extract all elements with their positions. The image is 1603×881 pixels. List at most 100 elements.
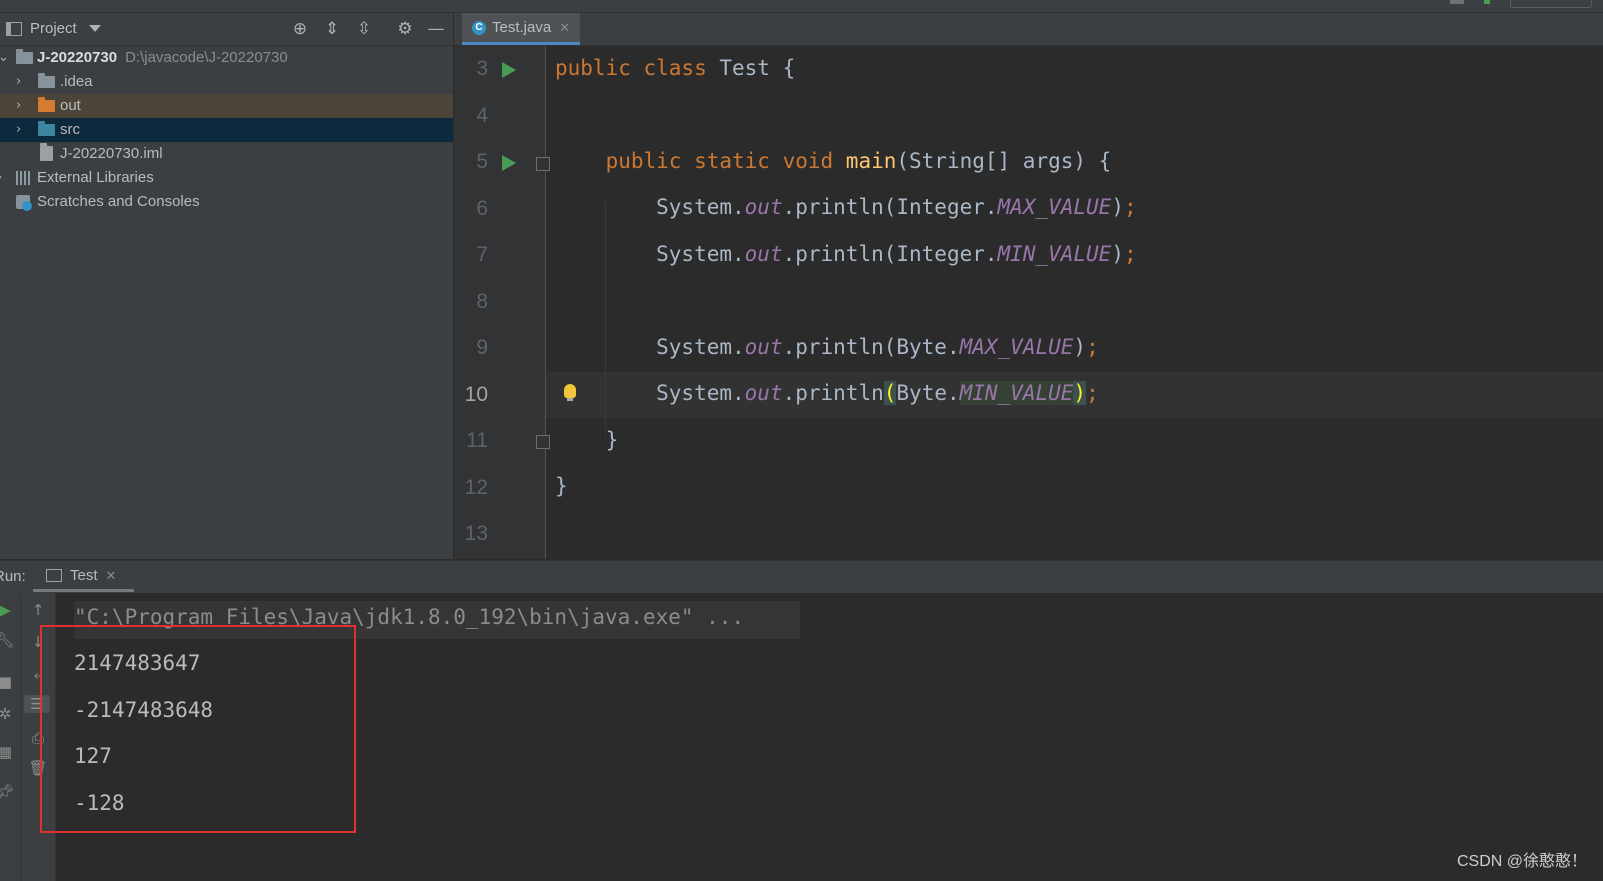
line-number: 4 (476, 104, 488, 127)
line-number: 7 (476, 243, 488, 266)
line-number: 9 (476, 336, 488, 359)
console-output-line: 127 (74, 744, 112, 768)
trash-icon[interactable]: 🗑︎ (28, 759, 48, 777)
chevron-down-icon (88, 25, 101, 32)
code-line-11: } (555, 428, 619, 452)
tree-item-external-libraries[interactable]: › External Libraries (0, 166, 453, 190)
tree-item-iml[interactable]: J-20220730.iml (0, 142, 453, 166)
line-number: 11 (466, 429, 488, 452)
tree-item-out[interactable]: › out (0, 94, 453, 118)
tree-item-idea[interactable]: › .idea (0, 70, 453, 94)
clock-icon (22, 201, 32, 211)
project-tree: ⌄ J-20220730 D:\javacode\J-20220730 › .id… (0, 46, 453, 559)
pin-icon[interactable]: 📌︎ (0, 783, 15, 801)
run-toolbar-right: ↑ ↓ ⤶ ☰ ⎙ 🗑︎ (21, 593, 56, 881)
code-line-10: System.out.println(Byte.MIN_VALUE); (555, 381, 1099, 405)
fold-icon[interactable] (536, 435, 550, 449)
rerun-icon[interactable]: ▶ (0, 601, 15, 619)
excluded-folder-icon (38, 97, 55, 112)
run-main-icon[interactable] (502, 155, 516, 171)
code-line-9: System.out.println(Byte.MAX_VALUE); (555, 335, 1099, 359)
code-line-12: } (555, 474, 568, 498)
line-number: 8 (476, 290, 488, 313)
tree-item-project-root[interactable]: ⌄ J-20220730 D:\javacode\J-20220730 (0, 46, 453, 70)
run-console[interactable]: "C:\Program Files\Java\jdk1.8.0_192\bin\… (56, 593, 1603, 881)
project-root-path: D:\javacode\J-20220730 (125, 49, 288, 66)
tree-item-scratches[interactable]: Scratches and Consoles (0, 190, 453, 214)
stop-icon[interactable]: ■ (0, 673, 15, 691)
chevron-right-icon[interactable]: › (0, 166, 2, 190)
code-line-6: System.out.println(Integer.MAX_VALUE); (555, 195, 1137, 219)
tree-item-src[interactable]: › src (0, 118, 453, 142)
java-class-icon: C (472, 20, 486, 35)
fold-icon[interactable] (536, 157, 550, 171)
project-panel-title: Project (30, 20, 77, 37)
tree-item-label: External Libraries (37, 169, 154, 186)
console-output-line: -2147483648 (74, 698, 214, 722)
tree-item-label: Scratches and Consoles (37, 193, 200, 210)
tree-item-label: src (60, 121, 80, 138)
watermark: CSDN @徐憨憨！ (1456, 853, 1587, 870)
console-output-line: -128 (74, 791, 125, 815)
toolbar-icon[interactable] (1450, 0, 1464, 4)
soft-wrap-icon[interactable]: ⤶ (28, 665, 48, 683)
editor-gutter: 3 4 5 6 7 8 9 10 11 12 13 (454, 46, 546, 559)
library-icon (16, 171, 32, 185)
run-panel-header: Run: Test ✕ (0, 560, 1603, 594)
console-icon (46, 569, 62, 582)
console-command-line: "C:\Program Files\Java\jdk1.8.0_192\bin\… (74, 605, 745, 629)
run-tab-label: Test (70, 567, 98, 584)
locate-icon[interactable]: ⊕ (288, 18, 312, 40)
line-number: 6 (476, 197, 488, 220)
module-folder-icon (16, 49, 33, 64)
print-icon[interactable]: ⎙ (28, 729, 48, 747)
restore-layout-icon[interactable]: ✲ (0, 705, 15, 723)
project-root-label: J-20220730 (37, 49, 118, 66)
scroll-down-icon[interactable]: ↓ (28, 633, 48, 651)
run-config-icon[interactable] (1484, 0, 1490, 4)
run-panel-label: Run: (0, 568, 26, 585)
wrench-icon[interactable]: 🔧︎ (0, 631, 15, 649)
tab-label: Test.java (492, 19, 552, 36)
run-toolbar-left: ▶ 🔧︎ ■ ✲ ▦ 📌︎ (0, 593, 21, 881)
folder-icon (38, 73, 55, 88)
tree-item-label: J-20220730.iml (60, 145, 163, 162)
close-icon[interactable]: ✕ (106, 568, 117, 584)
line-number: 3 (476, 57, 488, 80)
chevron-down-icon[interactable]: ⌄ (0, 46, 9, 70)
hide-panel-icon[interactable]: — (424, 18, 448, 40)
console-output-line: 2147483647 (74, 651, 201, 675)
tree-item-label: out (60, 97, 81, 114)
run-tab-test[interactable]: Test ✕ (46, 567, 116, 584)
file-icon (40, 143, 53, 161)
search-everywhere-button[interactable] (1510, 0, 1592, 8)
top-toolbar-strip (0, 0, 1603, 13)
code-editor[interactable]: 3 4 5 6 7 8 9 10 11 12 13 public class T… (454, 46, 1603, 559)
run-class-icon[interactable] (502, 62, 516, 78)
project-panel-icon (6, 21, 22, 36)
tab-test-java[interactable]: C Test.java ✕ (462, 13, 581, 45)
chevron-right-icon[interactable]: › (16, 94, 21, 118)
project-panel-header: Project ⊕ ⇕ ⇳ ⚙ — (0, 13, 453, 46)
line-number: 12 (464, 476, 488, 499)
collapse-all-icon[interactable]: ⇳ (352, 18, 376, 40)
project-view-selector[interactable]: Project (6, 20, 101, 37)
code-line-3: public class Test { (555, 56, 796, 80)
chevron-right-icon[interactable]: › (16, 118, 21, 142)
line-number: 13 (464, 522, 488, 545)
line-number-current: 10 (464, 383, 488, 406)
scroll-to-end-icon[interactable]: ☰ (24, 695, 50, 713)
code-line-7: System.out.println(Integer.MIN_VALUE); (555, 242, 1137, 266)
expand-all-icon[interactable]: ⇕ (320, 18, 344, 40)
tree-item-label: .idea (60, 73, 93, 90)
gear-icon[interactable]: ⚙ (393, 18, 417, 40)
line-number: 5 (476, 150, 488, 173)
close-icon[interactable]: ✕ (559, 20, 570, 36)
editor-tab-bar: C Test.java ✕ (454, 13, 1603, 46)
active-tab-indicator (33, 589, 134, 592)
layout-icon[interactable]: ▦ (0, 743, 15, 761)
code-line-5: public static void main(String[] args) { (605, 149, 1112, 173)
source-folder-icon (38, 121, 55, 136)
scroll-up-icon[interactable]: ↑ (28, 601, 48, 619)
chevron-right-icon[interactable]: › (16, 70, 21, 94)
